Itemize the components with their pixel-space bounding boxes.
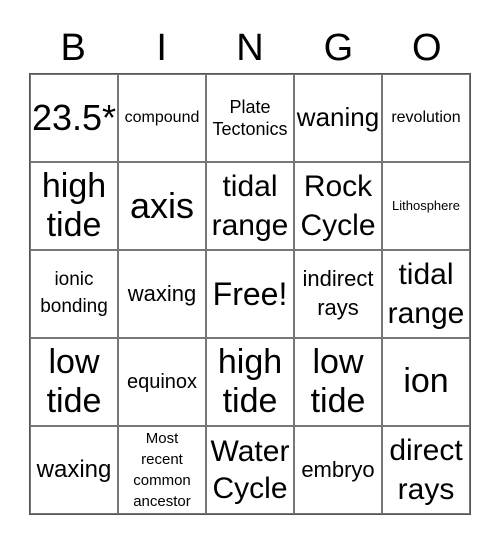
bingo-cell[interactable]: low tide (294, 338, 382, 426)
bingo-cell[interactable]: revolution (382, 74, 470, 162)
bingo-cell[interactable]: tidal range (206, 162, 294, 250)
bingo-cell[interactable]: waxing (118, 250, 206, 338)
bingo-cell[interactable]: embryo (294, 426, 382, 514)
bingo-cell[interactable]: 23.5* (30, 74, 118, 162)
header-letter: G (323, 27, 354, 69)
bingo-cell[interactable]: indirect rays (294, 250, 382, 338)
bingo-cell[interactable]: axis (118, 162, 206, 250)
bingo-header: B I N G O (29, 24, 471, 72)
bingo-cell[interactable]: tidal range (382, 250, 470, 338)
bingo-cell[interactable]: high tide (30, 162, 118, 250)
bingo-cell[interactable]: compound (118, 74, 206, 162)
header-letter: N (236, 27, 264, 69)
bingo-cell[interactable]: high tide (206, 338, 294, 426)
bingo-cell[interactable]: waning (294, 74, 382, 162)
bingo-cell[interactable]: Rock Cycle (294, 162, 382, 250)
header-letter: B (60, 27, 86, 69)
bingo-cell[interactable]: Water Cycle (206, 426, 294, 514)
bingo-grid: 23.5* compound Plate Tectonics waning re… (29, 73, 471, 515)
bingo-cell[interactable]: Lithosphere (382, 162, 470, 250)
free-space[interactable]: Free! (206, 250, 294, 338)
header-letter: I (156, 27, 167, 69)
bingo-cell[interactable]: equinox (118, 338, 206, 426)
bingo-cell[interactable]: ionic bonding (30, 250, 118, 338)
header-letter: O (412, 27, 442, 69)
bingo-cell[interactable]: Most recent common ancestor (118, 426, 206, 514)
bingo-cell[interactable]: low tide (30, 338, 118, 426)
bingo-cell[interactable]: direct rays (382, 426, 470, 514)
bingo-cell[interactable]: Plate Tectonics (206, 74, 294, 162)
bingo-cell[interactable]: waxing (30, 426, 118, 514)
bingo-cell[interactable]: ion (382, 338, 470, 426)
